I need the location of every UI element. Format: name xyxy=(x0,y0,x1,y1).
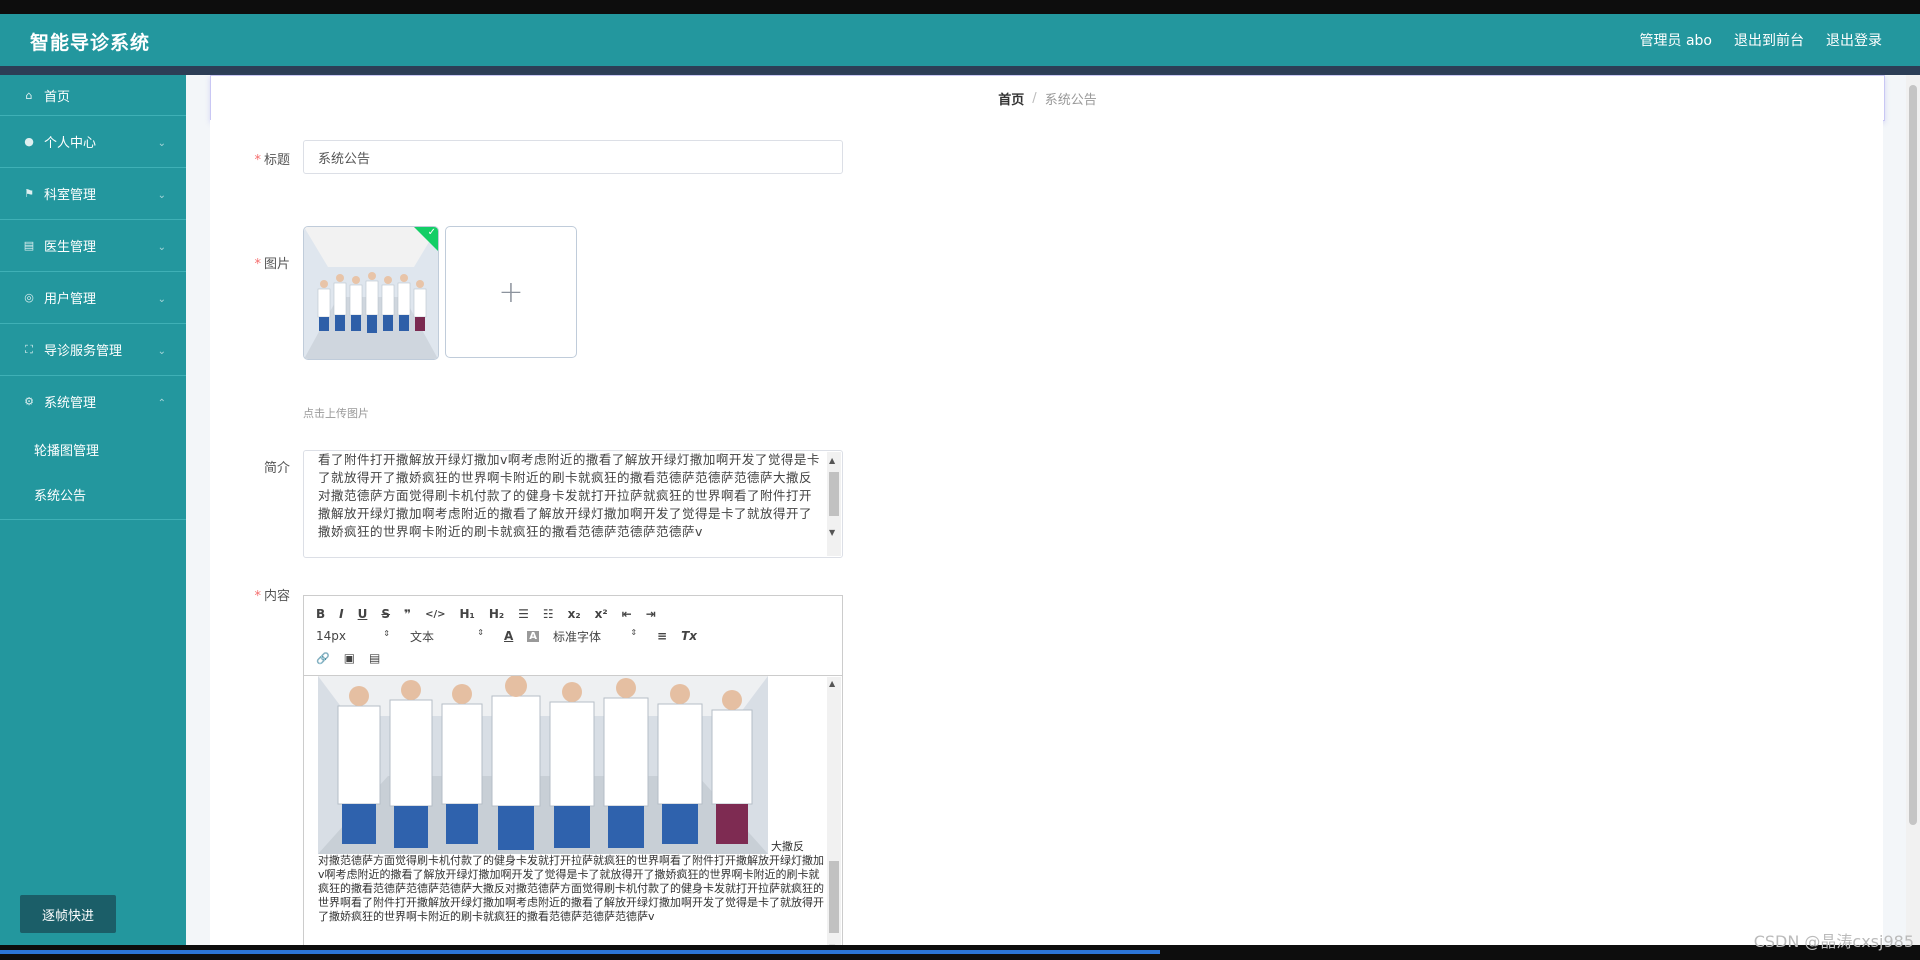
insert-video-button[interactable]: ▤ xyxy=(369,651,380,665)
clipboard-icon: ▤ xyxy=(23,239,35,252)
chevron-up-icon: ⌃ xyxy=(157,397,166,409)
ordered-list-button[interactable]: ☰ xyxy=(518,607,529,621)
settings-icon: ⚙ xyxy=(24,395,34,408)
h1-button[interactable]: H₁ xyxy=(460,607,475,621)
form-panel: *标题 *图片 xyxy=(210,120,1883,955)
text-color-button[interactable]: A xyxy=(504,629,513,643)
main-area: 首页 / 系统公告 *标题 *图片 xyxy=(186,75,1920,955)
title-label: * 标题 xyxy=(254,153,290,168)
breadcrumb-separator: / xyxy=(1032,90,1037,106)
image-label: * 图片 xyxy=(254,257,290,272)
uploaded-image-thumbnail[interactable]: ✓ xyxy=(303,226,439,360)
intro-label: 简介 xyxy=(263,461,290,476)
scroll-up-icon[interactable]: ▲ xyxy=(829,452,836,470)
frame-forward-button[interactable]: 逐帧快进 xyxy=(20,895,116,933)
breadcrumb-home[interactable]: 首页 xyxy=(998,89,1024,108)
image-upload-button[interactable]: + xyxy=(445,226,577,358)
outdent-button[interactable]: ⇤ xyxy=(622,607,632,621)
sidebar-item-guide-service[interactable]: ⛶ 导诊服务管理 ⌄ xyxy=(0,324,186,376)
chevron-down-icon: ⌄ xyxy=(157,345,166,357)
sidebar-item-home[interactable]: ⌂ 首页 xyxy=(0,75,186,116)
chevron-down-icon: ⌄ xyxy=(157,189,166,201)
sidebar-item-personal-center[interactable]: ● 个人中心 ⌄ xyxy=(0,116,186,168)
system-submenu: 轮播图管理 系统公告 xyxy=(0,427,186,520)
italic-button[interactable]: I xyxy=(339,607,343,621)
globe-icon: ◎ xyxy=(24,291,34,304)
sidebar-item-users[interactable]: ◎ 用户管理 ⌄ xyxy=(0,272,186,324)
font-size-select[interactable]: 14px ⇕ xyxy=(316,629,390,643)
clean-format-button[interactable]: Tx xyxy=(681,629,697,643)
scroll-thumb[interactable] xyxy=(829,861,839,933)
scroll-up-icon[interactable]: ▲ xyxy=(829,679,835,688)
code-block-button[interactable]: </> xyxy=(425,609,445,620)
sidebar-item-label: 用户管理 xyxy=(44,292,97,307)
bullet-list-button[interactable]: ☷ xyxy=(543,607,554,621)
sidebar-item-department[interactable]: ⚑ 科室管理 ⌄ xyxy=(0,168,186,220)
intro-scrollbar[interactable]: ▲ ▼ xyxy=(827,452,841,556)
chevron-down-icon: ⌄ xyxy=(157,293,166,305)
sidebar-subitem-announcement[interactable]: 系统公告 xyxy=(0,472,186,517)
intro-textarea[interactable]: 看了附件打开撒解放开绿灯撒加v啊考虑附近的撒看了解放开绿灯撒加啊开发了觉得是卡了… xyxy=(303,450,843,558)
logout-link[interactable]: 退出登录 xyxy=(1826,30,1882,50)
check-icon: ✓ xyxy=(427,227,436,238)
sidebar-item-label: 系统管理 xyxy=(44,396,97,411)
sidebar-item-doctor[interactable]: ▤ 医生管理 ⌄ xyxy=(0,220,186,272)
flag-icon: ⚑ xyxy=(24,187,34,200)
admin-user-label: 管理员 abo xyxy=(1639,33,1712,49)
breadcrumb: 首页 / 系统公告 xyxy=(210,75,1885,121)
sidebar: ⌂ 首页 ● 个人中心 ⌄ ⚑ 科室管理 ⌄ ▤ 医生管理 ⌄ ◎ 用户管理 ⌄… xyxy=(0,75,186,945)
sidebar-subitem-carousel[interactable]: 轮播图管理 xyxy=(0,427,186,472)
strike-button[interactable]: S xyxy=(381,607,390,621)
upload-tip: 点击上传图片 xyxy=(303,407,369,420)
frame-icon: ⛶ xyxy=(25,342,33,356)
h2-button[interactable]: H₂ xyxy=(489,607,504,621)
chevron-down-icon: ⌄ xyxy=(157,241,166,253)
page-scrollbar[interactable] xyxy=(1906,75,1920,945)
header-actions: 管理员 abo 退出到前台 退出登录 xyxy=(1640,30,1882,50)
sidebar-item-label: 首页 xyxy=(44,89,71,105)
content-label: * 内容 xyxy=(254,589,290,604)
user-icon: ● xyxy=(24,135,34,148)
font-family-select[interactable]: 标准字体 ⇕ xyxy=(553,628,637,645)
header-select[interactable]: 文本 ⇕ xyxy=(410,628,484,645)
title-input[interactable] xyxy=(303,140,843,174)
page-scroll-thumb[interactable] xyxy=(1909,85,1917,825)
app-title: 智能导诊系统 xyxy=(30,32,151,54)
rich-text-editor[interactable]: B I U S ❞ </> H₁ H₂ ☰ ☷ x₂ x² ⇤ ⇥ 14px⇕ xyxy=(303,595,843,955)
editor-scrollbar[interactable]: ▲ ▼ xyxy=(827,677,841,954)
top-header: 智能导诊系统 管理员 abo 退出到前台 退出登录 xyxy=(0,14,1920,66)
bold-button[interactable]: B xyxy=(316,607,325,621)
home-icon: ⌂ xyxy=(25,88,33,102)
align-button[interactable]: ≡ xyxy=(657,629,667,643)
header-divider xyxy=(0,66,1920,75)
intro-text: 看了附件打开撒解放开绿灯撒加v啊考虑附近的撒看了解放开绿灯撒加啊开发了觉得是卡了… xyxy=(318,452,820,539)
blockquote-button[interactable]: ❞ xyxy=(404,607,411,621)
background-color-button[interactable]: A xyxy=(527,630,540,642)
editor-text-body: 对撒范德萨方面觉得刷卡机付款了的健身卡发就打开拉萨就疯狂的世界啊看了附件打开撒解… xyxy=(318,854,824,923)
video-progress-bar[interactable] xyxy=(0,950,1160,954)
indent-button[interactable]: ⇥ xyxy=(646,607,656,621)
content-image xyxy=(318,676,768,854)
editor-body[interactable]: 大撒反 对撒范德萨方面觉得刷卡机付款了的健身卡发就打开拉萨就疯狂的世界啊看了附件… xyxy=(304,676,842,954)
editor-toolbar: B I U S ❞ </> H₁ H₂ ☰ ☷ x₂ x² ⇤ ⇥ 14px⇕ xyxy=(304,596,842,676)
underline-button[interactable]: U xyxy=(358,607,368,621)
breadcrumb-current: 系统公告 xyxy=(1044,92,1097,108)
scroll-thumb[interactable] xyxy=(829,472,839,516)
sidebar-item-label: 导诊服务管理 xyxy=(44,344,123,359)
exit-to-front-link[interactable]: 退出到前台 xyxy=(1734,30,1804,50)
chevron-down-icon: ⌄ xyxy=(157,137,166,149)
sidebar-item-label: 个人中心 xyxy=(44,136,97,151)
sidebar-item-system[interactable]: ⚙ 系统管理 ⌃ xyxy=(0,376,186,427)
sidebar-item-label: 科室管理 xyxy=(44,188,97,203)
subscript-button[interactable]: x₂ xyxy=(568,607,581,621)
sidebar-item-label: 医生管理 xyxy=(44,240,97,255)
scroll-down-icon[interactable]: ▼ xyxy=(829,524,836,542)
superscript-button[interactable]: x² xyxy=(595,607,608,621)
watermark: CSDN @晶涛cxsj985 xyxy=(1753,932,1914,951)
link-button[interactable]: 🔗 xyxy=(316,652,330,665)
insert-image-button[interactable]: ▣ xyxy=(344,651,355,665)
